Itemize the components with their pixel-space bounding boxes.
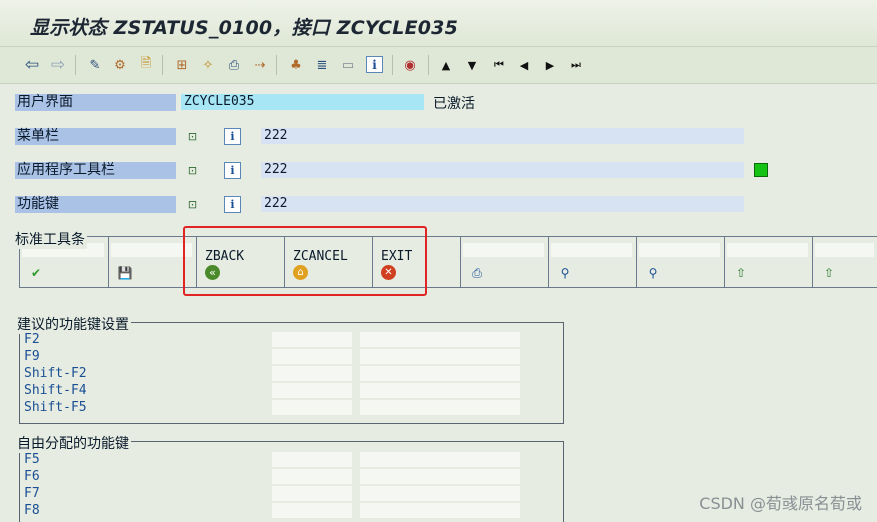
function-keys-object-icon[interactable]: ⊡	[184, 196, 201, 213]
title-bar: 显示状态 ZSTATUS_0100，接口 ZCYCLE035	[0, 0, 877, 47]
menu-bar-value: 222	[261, 128, 744, 144]
function-key-label: F2	[24, 332, 40, 347]
find-next-icon: ⚲	[648, 266, 658, 280]
previous-page-icon: ⇧	[823, 266, 835, 280]
settings-icon[interactable]: ⚙	[110, 55, 130, 75]
application-toolbar-value: 222	[261, 162, 744, 178]
find-icon: ⚲	[560, 266, 570, 280]
application-toolbar-info-icon[interactable]: i	[224, 162, 241, 179]
standard-toolbar-title: 标准工具条	[15, 229, 87, 249]
active-status-indicator	[754, 163, 768, 177]
check-icon: ✔	[30, 266, 42, 280]
function-code-field[interactable]	[815, 243, 874, 257]
function-keys-value: 222	[261, 196, 744, 212]
magic-wand-icon[interactable]: ✧	[198, 55, 218, 75]
toolbar-separator	[392, 55, 393, 75]
function-key-label: F6	[24, 469, 40, 484]
standard-toolbar-grid: ✔ 💾 ZBACK « ZCANCEL ⌂ EXIT ✕ ⎙ ⚲ ⚲ ⇧ ⇧	[19, 236, 877, 288]
function-key-label: Shift-F2	[24, 366, 87, 381]
function-code-field[interactable]	[272, 366, 352, 381]
function-text-field[interactable]	[360, 349, 520, 364]
function-code-field[interactable]	[639, 243, 720, 257]
function-code-field[interactable]	[111, 243, 192, 257]
menu-bar-label: 菜单栏	[15, 128, 176, 145]
function-text-field[interactable]	[360, 452, 520, 467]
application-toolbar-object-icon[interactable]: ⊡	[184, 162, 201, 179]
first-page-icon: ⇧	[735, 266, 747, 280]
toolbar-separator	[162, 55, 163, 75]
toolbar-separator	[75, 55, 76, 75]
standard-toolbar-cell[interactable]: ⇧	[724, 237, 812, 287]
standard-toolbar-cell[interactable]: ⎙	[460, 237, 548, 287]
function-text-field[interactable]	[360, 366, 520, 381]
scroll-up-icon[interactable]: ▲	[436, 55, 456, 75]
function-keys-label: 功能键	[15, 196, 176, 213]
print-icon: ⎙	[472, 265, 482, 280]
free-keys-title: 自由分配的功能键	[17, 433, 131, 453]
print-icon[interactable]: ⎙	[224, 55, 244, 75]
menu-bar-info-icon[interactable]: i	[224, 128, 241, 145]
create-object-icon[interactable]: 🗎	[136, 55, 156, 75]
org-structure-icon[interactable]: ♣	[286, 55, 306, 75]
function-key-label: Shift-F4	[24, 383, 87, 398]
first-page-icon[interactable]: ⏮	[489, 55, 509, 75]
scroll-down-icon[interactable]: ▼	[462, 55, 482, 75]
function-code-field[interactable]	[272, 349, 352, 364]
function-key-label: F8	[24, 503, 40, 518]
status-text: 已激活	[433, 96, 475, 112]
transfer-icon[interactable]: ⇢	[250, 55, 270, 75]
hierarchy-icon[interactable]: ⊞	[172, 55, 192, 75]
back-arrow-icon[interactable]: ⇦	[22, 55, 42, 75]
function-code-field[interactable]	[272, 400, 352, 415]
function-keys-info-icon[interactable]: i	[224, 196, 241, 213]
layout-icon[interactable]: ▭	[338, 55, 358, 75]
application-toolbar: ⇦ ⇨ ✎ ⚙ 🗎 ⊞ ✧ ⎙ ⇢ ♣ ≣ ▭ i ◉ ▲ ▼ ⏮ ◀ ▶ ⏭	[0, 47, 877, 84]
function-text-field[interactable]	[360, 332, 520, 347]
function-code-field[interactable]	[551, 243, 632, 257]
function-text-field[interactable]	[360, 400, 520, 415]
function-code-field[interactable]	[272, 469, 352, 484]
display-change-icon[interactable]: ✎	[85, 55, 105, 75]
standard-toolbar-cell[interactable]: ⚲	[636, 237, 724, 287]
user-interface-value: ZCYCLE035	[181, 94, 424, 110]
info-icon[interactable]: i	[366, 56, 383, 73]
screen-title: 显示状态 ZSTATUS_0100，接口 ZCYCLE035	[30, 17, 459, 39]
function-text-field[interactable]	[360, 383, 520, 398]
function-code-field[interactable]	[727, 243, 808, 257]
highlight-box	[183, 226, 427, 296]
watermark-text: CSDN @荀彧原名荀或	[699, 494, 862, 513]
list-icon[interactable]: ≣	[312, 55, 332, 75]
standard-toolbar-cell[interactable]: ⇧	[812, 237, 877, 287]
customize-icon[interactable]: ◉	[400, 55, 420, 75]
toolbar-separator	[276, 55, 277, 75]
recommended-keys-title: 建议的功能键设置	[17, 314, 131, 334]
standard-toolbar-cell[interactable]: ⚲	[548, 237, 636, 287]
save-icon: 💾	[117, 266, 133, 280]
function-code-field[interactable]	[272, 332, 352, 347]
function-text-field[interactable]	[360, 503, 520, 518]
function-key-label: F7	[24, 486, 40, 501]
function-key-label: F9	[24, 349, 40, 364]
function-code-field[interactable]	[272, 503, 352, 518]
function-code-field[interactable]	[272, 486, 352, 501]
next-page-icon[interactable]: ▶	[540, 55, 560, 75]
function-key-label: F5	[24, 452, 40, 467]
function-key-label: Shift-F5	[24, 400, 87, 415]
last-page-icon[interactable]: ⏭	[566, 55, 586, 75]
function-text-field[interactable]	[360, 486, 520, 501]
function-text-field[interactable]	[360, 469, 520, 484]
previous-page-icon[interactable]: ◀	[514, 55, 534, 75]
function-code-field[interactable]	[272, 452, 352, 467]
user-interface-label: 用户界面	[15, 94, 176, 111]
forward-arrow-icon[interactable]: ⇨	[48, 55, 68, 75]
function-code-field[interactable]	[463, 243, 544, 257]
application-toolbar-label: 应用程序工具栏	[15, 162, 176, 179]
toolbar-separator	[428, 55, 429, 75]
function-code-field[interactable]	[272, 383, 352, 398]
menu-bar-object-icon[interactable]: ⊡	[184, 128, 201, 145]
